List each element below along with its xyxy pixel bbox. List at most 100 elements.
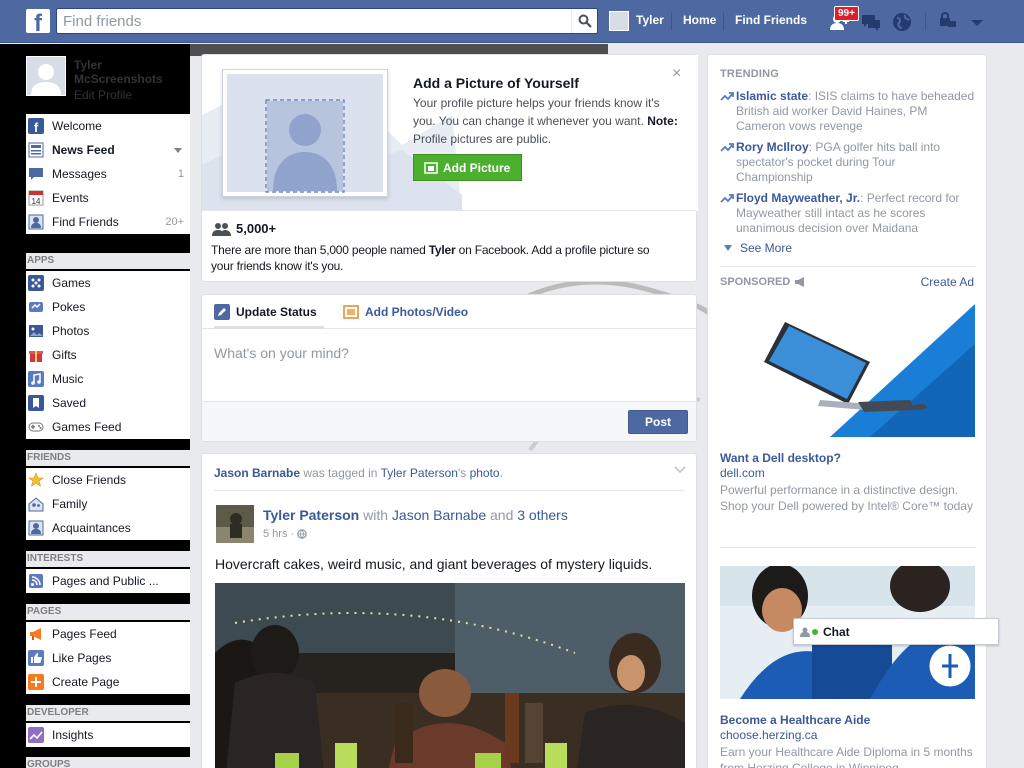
sidebar-item-saved[interactable]: Saved	[26, 391, 190, 415]
ad-title-link[interactable]: Want a Dell desktop?	[720, 451, 841, 465]
sidebar-item-close-friends[interactable]: Close Friends	[26, 468, 190, 492]
story-header-target-link[interactable]: Tyler Paterson	[381, 466, 458, 480]
sidebar-item-like-pages[interactable]: Like Pages	[26, 646, 190, 670]
chevron-down-icon[interactable]	[674, 466, 686, 474]
sponsored-header: SPONSORED	[720, 276, 806, 288]
add-picture-button[interactable]: Add Picture	[413, 154, 522, 181]
nav-profile-name[interactable]: Tyler	[636, 13, 664, 27]
sidebar-header-developer[interactable]: DEVELOPER	[26, 705, 190, 721]
sidebar-item-family[interactable]: Family	[26, 492, 190, 516]
sidebar-item-music[interactable]: Music	[26, 367, 190, 391]
sidebar-item-pages-and-public[interactable]: Pages and Public ...	[26, 569, 190, 593]
nav-home[interactable]: Home	[683, 13, 716, 27]
sidebar-apps: Games Pokes Photos Gifts Music Saved Gam…	[26, 271, 190, 439]
chat-tab[interactable]: Chat	[793, 618, 999, 645]
sidebar-item-news-feed[interactable]: News Feed	[26, 138, 190, 162]
gamepad-icon	[28, 419, 44, 435]
tab-label: Update Status	[236, 305, 317, 319]
story-photo[interactable]	[215, 583, 685, 768]
ad-description: Powerful performance in a distinctive de…	[720, 483, 973, 513]
active-tab-indicator	[214, 326, 324, 329]
sidebar-item-pokes[interactable]: Pokes	[26, 295, 190, 319]
sidebar-item-create-page[interactable]: Create Page	[26, 670, 190, 694]
close-icon[interactable]: ×	[672, 65, 681, 83]
trending-item[interactable]: Floyd Mayweather, Jr.: Perfect record fo…	[720, 191, 975, 236]
sidebar-item-find-friends[interactable]: Find Friends 20+	[26, 210, 190, 234]
sidebar-item-label: Welcome	[52, 119, 102, 133]
sidebar-item-label: Events	[52, 191, 89, 205]
sidebar-header-friends[interactable]: FRIENDS	[26, 450, 190, 466]
globe-icon[interactable]	[891, 11, 913, 33]
story-author-link[interactable]: Tyler Paterson	[263, 507, 359, 523]
sidebar-header-groups[interactable]: GROUPS	[26, 757, 190, 768]
sidebar-header-interests[interactable]: INTERESTS	[26, 551, 190, 567]
status-input[interactable]	[214, 341, 684, 365]
nav-separator	[671, 12, 672, 30]
sidebar-item-insights[interactable]: Insights	[26, 723, 190, 747]
sidebar-item-label: Insights	[52, 728, 94, 742]
trending-topic-link[interactable]: Floyd Mayweather, Jr.	[736, 191, 860, 205]
profile-picture-frame[interactable]	[222, 69, 388, 197]
sidebar-item-label: Games	[52, 276, 91, 290]
sidebar-item-label: Family	[52, 497, 88, 511]
trending-item[interactable]: Rory McIlroy: PGA golfer hits ball into …	[720, 140, 975, 185]
search-input[interactable]	[57, 9, 567, 33]
divider	[720, 547, 976, 548]
messages-icon[interactable]	[860, 11, 882, 33]
story-header-photo-link[interactable]: photo	[470, 466, 500, 480]
avatar[interactable]	[26, 56, 66, 96]
sidebar-item-pages-feed[interactable]: Pages Feed	[26, 622, 190, 646]
story-tagged-link[interactable]: Jason Barnabe	[392, 507, 486, 523]
sidebar-item-games-feed[interactable]: Games Feed	[26, 415, 190, 439]
right-column: TRENDING Islamic state: ISIS claims to h…	[707, 54, 987, 768]
trending-topic-link[interactable]: Rory McIlroy	[736, 140, 809, 154]
sidebar-item-events[interactable]: 14 Events	[26, 186, 190, 210]
chevron-down-icon[interactable]	[174, 147, 182, 153]
sidebar-header-apps[interactable]: APPS	[26, 253, 190, 269]
globe-icon[interactable]	[297, 529, 307, 539]
sidebar-item-label: Gifts	[52, 348, 77, 362]
sidebar-profile-name[interactable]: Tyler McScreenshots	[74, 58, 174, 86]
trending-item[interactable]: Islamic state: ISIS claims to have behea…	[720, 89, 975, 134]
sidebar-item-photos[interactable]: Photos	[26, 319, 190, 343]
search-icon[interactable]	[571, 9, 597, 33]
pencil-icon	[214, 304, 230, 320]
facebook-logo[interactable]: f	[26, 9, 50, 33]
trending-header: TRENDING	[720, 68, 780, 80]
privacy-shortcuts-icon[interactable]	[938, 11, 960, 33]
see-more-link[interactable]: See More	[724, 241, 792, 255]
ad-url-link[interactable]: choose.herzing.ca	[720, 728, 817, 742]
nav-find-friends[interactable]: Find Friends	[735, 13, 807, 27]
ad-url-link[interactable]: dell.com	[720, 466, 765, 480]
create-ad-link[interactable]: Create Ad	[921, 275, 974, 289]
sidebar-item-gifts[interactable]: Gifts	[26, 343, 190, 367]
trending-icon	[720, 194, 734, 203]
story-time-value[interactable]: 5 hrs	[263, 528, 287, 540]
sidebar-item-label: Photos	[52, 324, 90, 338]
tab-add-photos-video[interactable]: Add Photos/Video	[343, 304, 468, 320]
edit-profile-link[interactable]: Edit Profile	[74, 88, 132, 102]
story-header-text: was tagged in	[300, 466, 381, 480]
post-button[interactable]: Post	[628, 410, 688, 434]
sidebar-header-pages[interactable]: PAGES	[26, 604, 190, 620]
rss-icon	[28, 573, 44, 589]
megaphone-icon	[28, 626, 44, 642]
story-header-actor-link[interactable]: Jason Barnabe	[214, 466, 300, 480]
add-picture-description: Your profile picture helps your friends …	[413, 94, 683, 148]
profile-thumbnail[interactable]	[609, 11, 629, 31]
tab-update-status[interactable]: Update Status	[214, 304, 317, 320]
sidebar-item-label: Saved	[52, 396, 87, 410]
people-text-name: Tyler	[428, 243, 456, 257]
story-others-link[interactable]: 3 others	[517, 507, 568, 523]
chat-label: Chat	[823, 624, 850, 639]
sidebar-item-welcome[interactable]: f Welcome	[26, 114, 190, 138]
sidebar-item-label: Find Friends	[52, 215, 119, 229]
ad-image-dell[interactable]	[720, 304, 975, 437]
chevron-down-icon[interactable]	[966, 11, 988, 33]
sidebar-item-games[interactable]: Games	[26, 271, 190, 295]
sidebar-item-messages[interactable]: Messages 1	[26, 162, 190, 186]
trending-topic-link[interactable]: Islamic state	[736, 89, 808, 103]
avatar[interactable]	[216, 505, 254, 543]
sidebar-item-acquaintances[interactable]: Acquaintances	[26, 516, 190, 540]
ad-title-link[interactable]: Become a Healthcare Aide	[720, 713, 870, 727]
